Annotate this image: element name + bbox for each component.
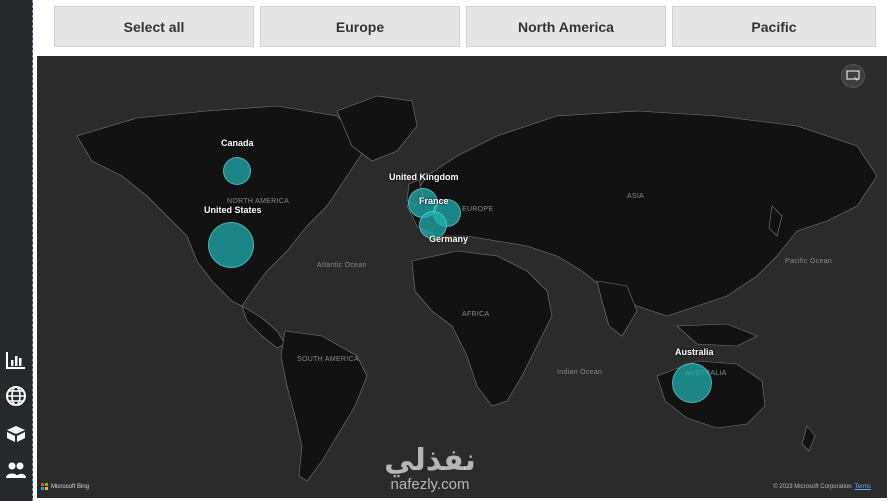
globe-icon[interactable] [4,384,28,408]
bing-logo: Microsoft Bing [41,483,89,490]
label-united-kingdom: United Kingdom [389,172,459,182]
region-label-north-america: NORTH AMERICA [227,198,290,205]
bubble-australia[interactable] [672,363,712,403]
bar-chart-icon[interactable] [4,348,28,372]
label-france: France [419,196,449,206]
filter-europe-button[interactable]: Europe [260,6,460,47]
map-copyright: © 2023 Microsoft Corporation Terms [773,484,871,490]
bubble-united-states[interactable] [208,222,254,268]
label-canada: Canada [221,138,254,148]
select-region-icon [846,70,860,82]
world-map[interactable]: NORTH AMERICA SOUTH AMERICA EUROPE ASIA … [37,56,887,498]
terms-link[interactable]: Terms [855,484,871,490]
people-icon[interactable] [4,458,28,482]
microsoft-logo-icon [41,483,48,490]
region-label-europe: EUROPE [462,206,494,213]
boxes-icon[interactable] [4,422,28,446]
filter-north-america-button[interactable]: North America [466,6,666,47]
ocean-label-pacific: Pacific Ocean [785,258,833,265]
region-filter-bar: Select all Europe North America Pacific [54,6,876,47]
watermark-latin: nafezly.com [390,476,470,493]
map-view-toggle-button[interactable] [841,64,865,88]
nafezly-watermark: نفذلي nafezly.com [355,445,505,493]
continents-shapes [76,95,878,482]
watermark-arabic: نفذلي [384,443,476,478]
region-label-africa: AFRICA [462,311,490,318]
bubble-canada[interactable] [223,157,251,185]
filter-pacific-button[interactable]: Pacific [672,6,876,47]
copyright-text: © 2023 Microsoft Corporation [773,484,852,490]
label-australia: Australia [675,347,714,357]
filter-select-all-button[interactable]: Select all [54,6,254,47]
label-germany: Germany [429,234,469,244]
region-label-asia: ASIA [627,193,645,200]
ocean-label-atlantic: Atlantic Ocean [317,262,367,269]
ocean-label-indian: Indian Ocean [557,369,603,376]
left-sidebar [0,0,33,501]
region-label-south-america: SOUTH AMERICA [297,356,359,363]
label-united-states: United States [204,205,262,215]
bing-label: Microsoft Bing [51,483,90,490]
